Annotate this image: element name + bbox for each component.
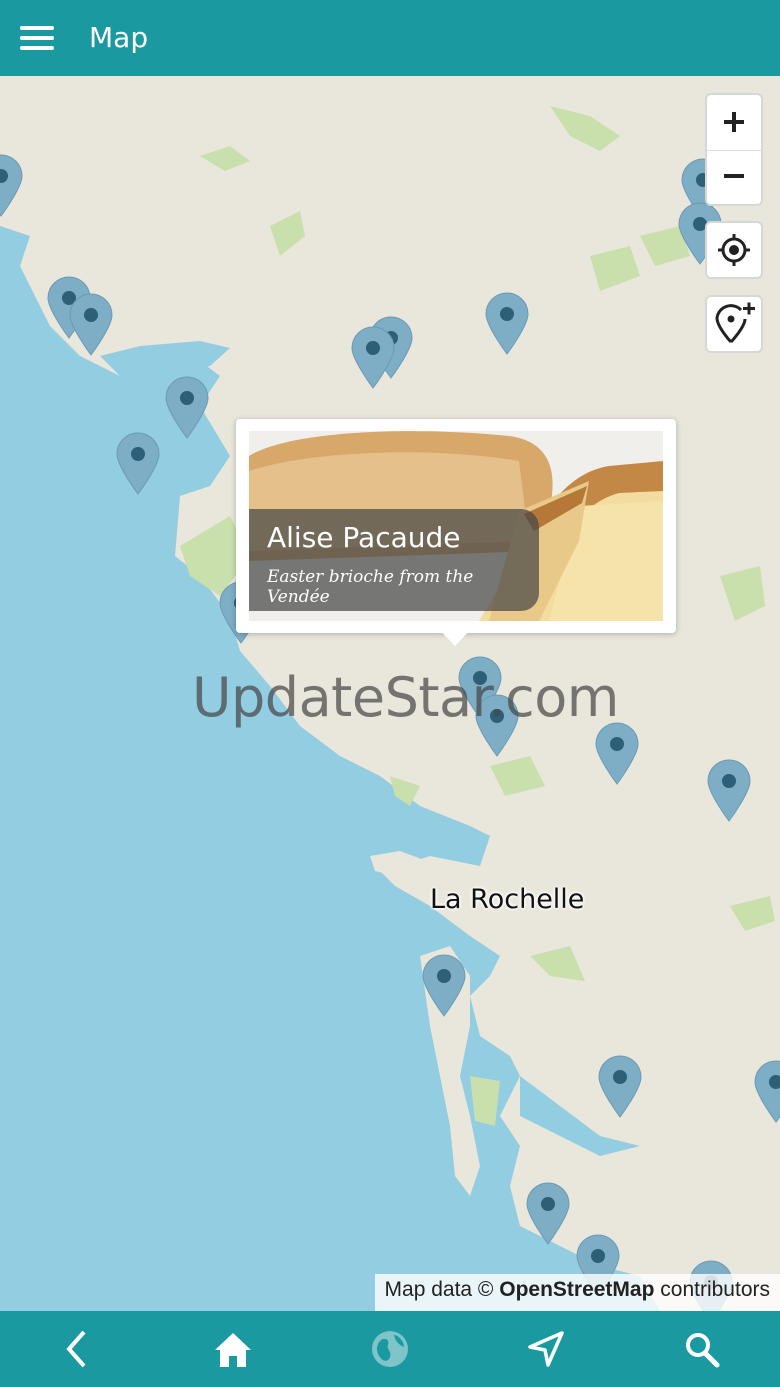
city-label: La Rochelle <box>430 884 585 915</box>
home-button[interactable] <box>205 1323 261 1375</box>
popup-caption: Alise Pacaude Easter brioche from the Ve… <box>249 509 539 611</box>
top-app-bar: Map <box>0 0 780 76</box>
place-popup[interactable]: Alise Pacaude Easter brioche from the Ve… <box>236 419 676 633</box>
home-icon <box>215 1333 251 1367</box>
zoom-controls <box>705 93 763 206</box>
map-pin-icon[interactable] <box>597 1055 643 1119</box>
map-view[interactable]: La Rochelle UpdateStar.com Alise Pacaude… <box>0 76 780 1311</box>
map-pin-icon[interactable] <box>421 954 467 1018</box>
zoom-in-button[interactable] <box>707 95 761 149</box>
map-tab-button[interactable] <box>362 1323 418 1375</box>
map-pin-icon[interactable] <box>706 759 752 823</box>
attribution-prefix: Map data © <box>384 1278 500 1301</box>
minus-icon <box>724 174 744 178</box>
map-pin-icon[interactable] <box>484 292 530 356</box>
map-pin-icon[interactable] <box>525 1182 571 1246</box>
search-icon <box>686 1333 720 1368</box>
chevron-left-icon <box>66 1330 86 1368</box>
bottom-navigation <box>0 1311 780 1387</box>
locate-me-button[interactable] <box>705 221 763 279</box>
globe-icon <box>372 1331 408 1367</box>
hamburger-menu-icon[interactable] <box>14 18 62 58</box>
crosshair-icon <box>718 234 750 266</box>
place-subtitle: Easter brioche from the Vendée <box>267 567 474 607</box>
map-attribution[interactable]: Map data © OpenStreetMap contributors <box>374 1274 780 1311</box>
watermark: UpdateStar.com <box>192 666 619 729</box>
attribution-source-link[interactable]: OpenStreetMap <box>499 1278 654 1301</box>
navigate-button[interactable] <box>518 1323 574 1375</box>
place-photo[interactable]: Alise Pacaude Easter brioche from the Ve… <box>249 431 663 621</box>
map-pin-icon[interactable] <box>753 1060 780 1124</box>
attribution-suffix: contributors <box>654 1278 770 1301</box>
map-pin-icon[interactable] <box>68 293 114 357</box>
page-title: Map <box>89 21 149 54</box>
zoom-out-button[interactable] <box>707 151 761 205</box>
place-title: Alise Pacaude <box>267 521 461 554</box>
back-button[interactable] <box>50 1323 106 1375</box>
plus-icon <box>724 112 744 132</box>
add-location-icon <box>715 302 755 344</box>
search-button[interactable] <box>674 1323 730 1375</box>
map-pin-icon[interactable] <box>115 432 161 496</box>
navigation-arrow-icon <box>528 1331 564 1367</box>
add-place-button[interactable] <box>705 295 763 353</box>
map-pin-icon[interactable] <box>0 154 24 218</box>
map-pin-icon[interactable] <box>164 376 210 440</box>
map-pin-icon[interactable] <box>594 722 640 786</box>
popup-pointer <box>438 628 472 646</box>
map-pin-icon[interactable] <box>350 326 396 390</box>
